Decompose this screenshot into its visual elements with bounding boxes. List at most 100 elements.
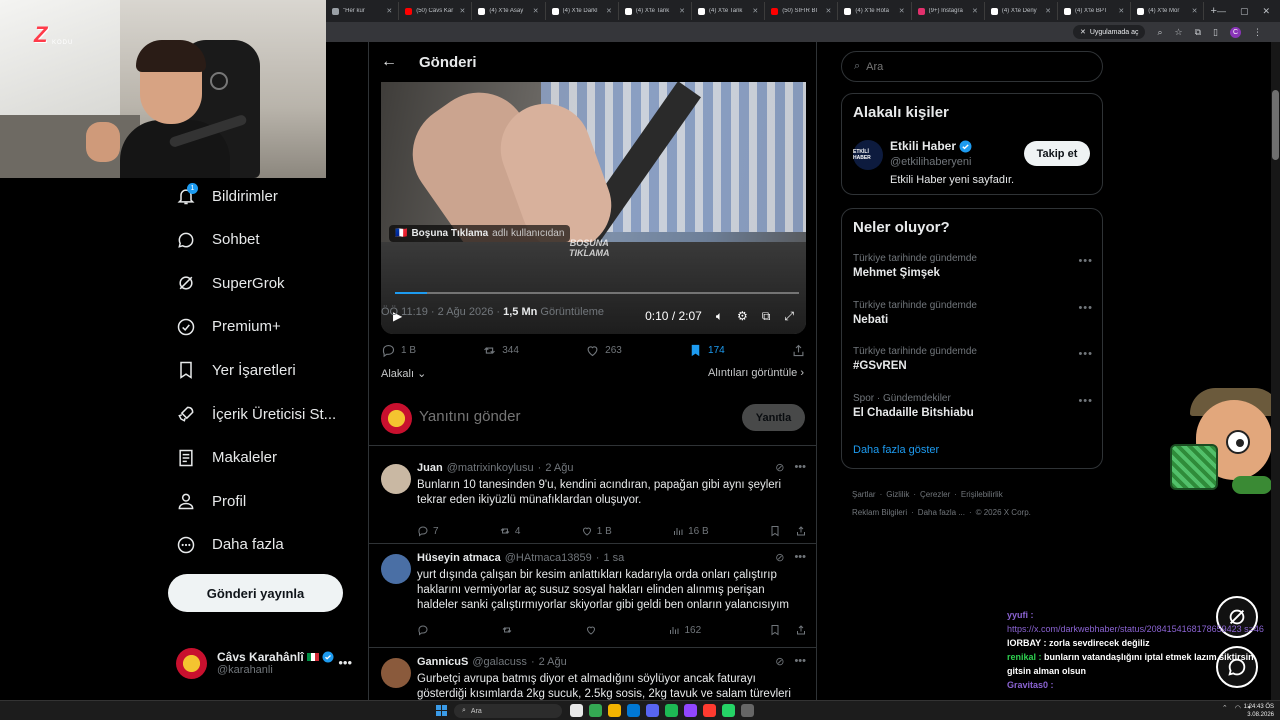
app-red-icon[interactable]	[703, 704, 716, 717]
nav-item-article[interactable]: Makaleler	[176, 443, 277, 473]
whatsapp-icon[interactable]	[722, 704, 735, 717]
task-view-icon[interactable]	[570, 704, 583, 717]
tab-close-icon[interactable]: ✕	[1118, 7, 1124, 15]
browser-tab[interactable]: (4) X'te Rota ✕	[838, 2, 912, 20]
edge-icon[interactable]	[627, 704, 640, 717]
video-player[interactable]: 🇫🇷 Boşuna Tıklama adlı kullanıcıdan BOŞU…	[381, 82, 806, 334]
reply-author-handle[interactable]: @HAtmaca13859	[505, 552, 592, 564]
grok-icon[interactable]: ⊘	[775, 551, 784, 564]
reply-reply-action[interactable]: 7	[417, 525, 439, 537]
trend-item[interactable]: Spor · Gündemdekiler El Chadaille Bitshia…	[853, 393, 1093, 419]
reply-input[interactable]	[419, 408, 719, 425]
footer-link[interactable]: Gizlilik	[886, 490, 909, 499]
reply-heart-action[interactable]: 1 B	[581, 525, 612, 537]
taskbar-search[interactable]: ⌕ Ara	[454, 704, 562, 718]
browser-tab[interactable]: (4) X'te Tank ✕	[619, 2, 693, 20]
reply-author-name[interactable]: Juan	[417, 462, 443, 474]
profile-avatar[interactable]: C	[1230, 26, 1241, 38]
popout-icon[interactable]: ⧉	[762, 309, 771, 324]
reply-views-action[interactable]: 16 B	[672, 525, 709, 537]
tab-close-icon[interactable]: ✕	[826, 7, 832, 15]
reply-views-action[interactable]: 162	[668, 624, 701, 636]
browser-tab[interactable]: (4) X'te BPT ✕	[1058, 2, 1132, 20]
scrollbar-thumb[interactable]	[1272, 90, 1279, 160]
browser-tab[interactable]: (4) X'te Mor ✕	[1131, 2, 1205, 20]
wifi-icon[interactable]: ◠	[1235, 704, 1241, 712]
show-more-link[interactable]: Daha fazla göster	[853, 444, 939, 456]
page-scrollbar[interactable]	[1271, 42, 1280, 700]
zoom-icon[interactable]: ⌕	[1157, 27, 1162, 38]
browser-tab[interactable]: (50) Câvs Kar ✕	[399, 2, 473, 20]
footer-link[interactable]: Daha fazla ...	[918, 508, 965, 517]
repost-action[interactable]: 344	[482, 343, 519, 358]
browser-tab[interactable]: (4) X'te Asay ✕	[472, 2, 546, 20]
footer-link[interactable]: Reklam Bilgileri	[852, 508, 907, 517]
chat-link[interactable]: https://x.com/darkwebhaber/status/208415…	[1007, 624, 1264, 634]
tab-close-icon[interactable]: ✕	[460, 7, 466, 15]
video-progress-bar[interactable]	[395, 292, 799, 294]
tab-close-icon[interactable]: ✕	[899, 7, 905, 15]
browser-tab[interactable]: (4) X'te Deny ✕	[985, 2, 1059, 20]
reply-reply-action[interactable]	[417, 624, 433, 636]
reply-heart-action[interactable]	[585, 624, 601, 636]
browser-tab[interactable]: (4) X'te Darkl ✕	[546, 2, 619, 20]
post-button[interactable]: Gönderi yayınla	[168, 574, 343, 612]
tab-close-icon[interactable]: ✕	[606, 7, 612, 15]
taskbar-clock[interactable]: 1:24:43 ÖS 3.08.2026	[1244, 703, 1274, 719]
settings-gear-icon[interactable]: ⚙	[737, 309, 748, 323]
new-tab-icon[interactable]: +	[1210, 5, 1216, 17]
chevron-up-icon[interactable]: ⌃	[1222, 704, 1228, 712]
twitch-icon[interactable]	[684, 704, 697, 717]
star-icon[interactable]: ☆	[1175, 27, 1183, 38]
chrome-icon[interactable]	[589, 704, 602, 717]
follow-button[interactable]: Takip et	[1024, 141, 1090, 166]
nav-item-grok[interactable]: SuperGrok	[176, 268, 285, 298]
nav-item-person[interactable]: Profil	[176, 486, 246, 516]
footer-link[interactable]: Şartlar	[852, 490, 876, 499]
trend-item[interactable]: Türkiye tarihinde gündemde #GSvREN •••	[853, 346, 1093, 372]
tab-close-icon[interactable]: ✕	[752, 7, 758, 15]
reply-time[interactable]: 1 sa	[603, 552, 624, 564]
more-dots-icon[interactable]: •••	[1078, 255, 1093, 267]
reply-author-handle[interactable]: @galacuss	[472, 656, 527, 668]
grok-icon[interactable]: ⊘	[775, 655, 784, 668]
trend-item[interactable]: Türkiye tarihinde gündemde Nebati •••	[853, 300, 1093, 326]
related-person-avatar[interactable]: ETKİLİ HABER	[853, 140, 883, 170]
nav-item-rocket[interactable]: İçerik Üreticisi St...	[176, 399, 336, 429]
reply-author-name[interactable]: Hüseyin atmaca	[417, 552, 501, 564]
more-dots-icon[interactable]: •••	[338, 655, 352, 670]
more-dots-icon[interactable]: •••	[1078, 348, 1093, 360]
reply-item[interactable]: Juan @matrixinkoylusu · 2 Ağu ⊘ ••• Bunların 1…	[369, 454, 816, 544]
reply-item[interactable]: GannicuS @galacuss · 2 Ağu ⊘ ••• Gurbetçi avru…	[369, 648, 816, 700]
search-input[interactable]	[866, 60, 1067, 73]
reply-avatar[interactable]	[381, 658, 411, 688]
reply-time[interactable]: 2 Ağu	[545, 462, 573, 474]
browser-tab[interactable]: (50) SIFIR Bİ ✕	[765, 2, 839, 20]
more-dots-icon[interactable]: •••	[794, 461, 806, 474]
close-window-icon[interactable]: ✕	[1262, 6, 1270, 17]
tab-close-icon[interactable]: ✕	[679, 7, 685, 15]
video-attribution[interactable]: 🇫🇷 Boşuna Tıklama adlı kullanıcıdan	[389, 225, 571, 242]
grok-icon[interactable]: ⊘	[775, 461, 784, 474]
reply-item[interactable]: Hüseyin atmaca @HAtmaca13859 · 1 sa ⊘ ••• yurt…	[369, 544, 816, 648]
footer-link[interactable]: Erişilebilirlik	[961, 490, 1003, 499]
windows-start-icon[interactable]	[436, 705, 447, 716]
open-in-app-button[interactable]: ✕ Uygulamada aç	[1072, 25, 1146, 39]
bookmark-icon[interactable]	[769, 525, 781, 537]
more-dots-icon[interactable]: •••	[1078, 395, 1093, 407]
trend-item[interactable]: Türkiye tarihinde gündemde Mehmet Şimşek •…	[853, 253, 1093, 279]
footer-link[interactable]: © 2026 X Corp.	[976, 508, 1031, 517]
reply-repost-action[interactable]: 4	[499, 525, 520, 537]
obs-icon[interactable]	[741, 704, 754, 717]
like-action[interactable]: 263	[585, 343, 622, 358]
search-box[interactable]: ⌕	[841, 51, 1103, 82]
share-icon[interactable]	[795, 624, 807, 636]
nav-item-more-circle[interactable]: Daha fazla	[176, 530, 284, 560]
bookmark-icon[interactable]	[769, 624, 781, 636]
related-person-name-row[interactable]: Etkili Haber	[890, 139, 972, 153]
maximize-icon[interactable]: ▢	[1240, 6, 1249, 17]
sort-relevance-dropdown[interactable]: Alakalı ⌄	[381, 367, 426, 380]
nav-item-bookmark[interactable]: Yer İşaretleri	[176, 355, 296, 385]
more-dots-icon[interactable]: •••	[1078, 302, 1093, 314]
reply-author-name[interactable]: GannicuS	[417, 656, 468, 668]
